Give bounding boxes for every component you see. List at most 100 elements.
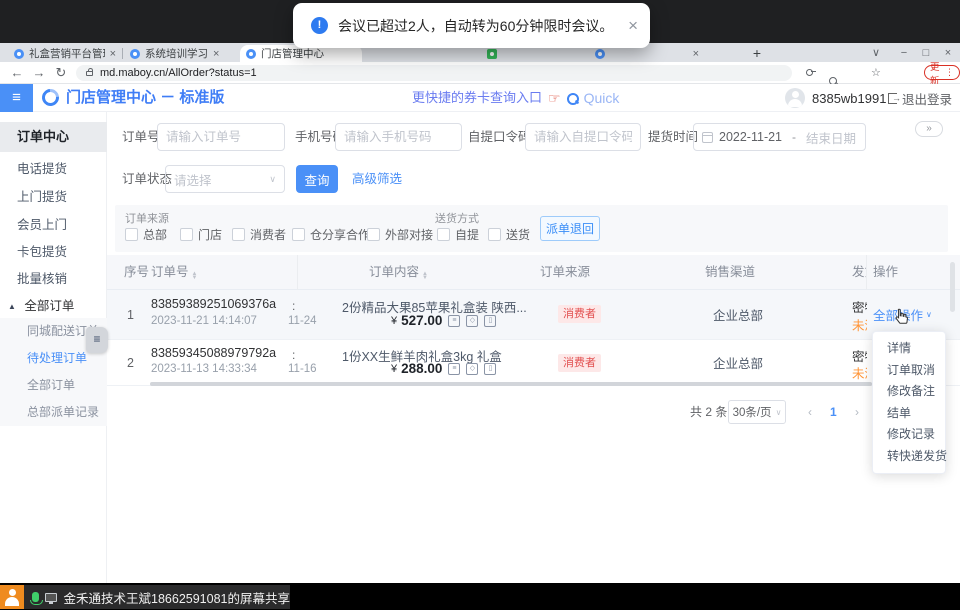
start-date-value: 2022-11-21 <box>719 130 782 144</box>
checkbox-icon[interactable] <box>437 228 450 241</box>
action-label: 全部操作 <box>873 305 923 324</box>
checkbox-store[interactable]: 门店 <box>180 226 222 243</box>
expand-filters-button[interactable]: » <box>915 121 943 137</box>
page-size-select[interactable]: 30条/页 ∨ <box>728 400 786 424</box>
phone-icon[interactable]: ▯ <box>484 315 496 327</box>
quick-label[interactable]: Quick <box>584 84 620 112</box>
checkbox-icon[interactable] <box>488 228 501 241</box>
chrome-update-button[interactable]: 更新 ⋮ <box>924 65 960 80</box>
toast-close-icon[interactable]: × <box>628 17 638 34</box>
col-label: 订单号 <box>151 265 189 279</box>
menu-item-details[interactable]: 详情 <box>873 338 945 360</box>
order-no-input[interactable] <box>157 123 285 151</box>
receipt-icon[interactable]: ≡ <box>448 363 460 375</box>
screen-share-indicator[interactable]: 金禾通技术王斌18662591081的屏幕共享 <box>0 585 290 609</box>
search-button[interactable]: 查询 <box>296 165 338 193</box>
user-info[interactable]: 8385wb1991 <box>785 84 886 112</box>
sort-icon[interactable]: ▲▼ <box>192 272 198 280</box>
horizontal-scrollbar[interactable] <box>150 382 872 386</box>
dispatch-return-button[interactable]: 派单退回 <box>540 216 600 241</box>
quick-entry-text[interactable]: 更快捷的券卡查询入口 <box>412 84 542 112</box>
checkbox-delivery[interactable]: 送货 <box>488 226 530 243</box>
package-icon[interactable]: ◇ <box>466 363 478 375</box>
menu-item-cancel-order[interactable]: 订单取消 <box>873 360 945 382</box>
main-content: 订单号 手机号码 自提口令码 提货时间 2022-11-21 - 结束日期 » … <box>107 112 960 583</box>
app-logo-icon <box>39 86 63 110</box>
new-tab-button[interactable]: + <box>748 45 766 62</box>
receipt-icon[interactable]: ≡ <box>448 315 460 327</box>
source-badge: 消费者 <box>558 305 601 323</box>
sidebar-item-member-visit[interactable]: 会员上门 <box>0 211 107 239</box>
tab-search-icon[interactable]: ∨ <box>866 45 886 62</box>
checkbox-icon[interactable] <box>125 228 138 241</box>
microphone-icon <box>32 592 39 602</box>
menu-item-close-order[interactable]: 结单 <box>873 403 945 425</box>
sidebar-item-batch-verify[interactable]: 批量核销 <box>0 265 107 293</box>
window-minimize-button[interactable]: − <box>894 45 914 62</box>
vertical-scrollbar[interactable] <box>950 262 955 312</box>
logout-button[interactable]: 退出登录 <box>888 84 952 112</box>
checkbox-consumer[interactable]: 消费者 <box>232 226 286 243</box>
advanced-filter-link[interactable]: 高级筛选 <box>352 165 402 193</box>
phone-input[interactable] <box>335 123 462 151</box>
table-row[interactable]: 1 83859389251069376a 2023-11-21 14:14:07… <box>107 290 960 340</box>
package-icon[interactable]: ◇ <box>466 315 478 327</box>
table-row[interactable]: 2 83859345088979792a 2023-11-13 14:33:34… <box>107 340 960 386</box>
checkbox-external[interactable]: 外部对接 <box>367 226 433 243</box>
password-key-icon[interactable] <box>806 67 816 77</box>
forward-icon[interactable]: → <box>30 65 48 81</box>
date-range-picker[interactable]: 2022-11-21 - 结束日期 <box>693 123 866 151</box>
checkbox-icon[interactable] <box>292 228 305 241</box>
group-arrow-icon: ▲ <box>8 302 16 311</box>
sidebar-group-all-orders[interactable]: ▲ 全部订单 <box>0 293 107 320</box>
sidebar-item-all-orders[interactable]: 全部订单 <box>0 372 107 399</box>
sidebar-item-phone-pickup[interactable]: 电话提货 <box>0 155 107 183</box>
col-content[interactable]: 订单内容▲▼ <box>369 255 428 290</box>
sidebar-collapse-handle[interactable]: ≡ <box>86 327 108 353</box>
next-page-button[interactable]: › <box>855 400 859 424</box>
browser-tab-1[interactable]: 礼盒营销平台管理中心 × <box>8 45 122 62</box>
currency-symbol: ¥ <box>391 363 397 375</box>
checkbox-hq[interactable]: 总部 <box>125 226 167 243</box>
back-icon[interactable]: ← <box>8 65 26 81</box>
sales-channel: 企业总部 <box>713 340 763 385</box>
url-field[interactable]: md.maboy.cn/AllOrder?status=1 <box>76 65 792 81</box>
chevron-down-icon: ∨ <box>269 174 276 185</box>
ship-status-clipped: 未派 <box>852 363 867 382</box>
sidebar-item-hq-dispatch-log[interactable]: 总部派单记录 <box>0 399 107 426</box>
checkbox-self-pickup[interactable]: 自提 <box>437 226 479 243</box>
tab-close-icon[interactable]: × <box>110 48 116 60</box>
row-index: 2 <box>127 340 134 385</box>
browser-tab-2[interactable]: 系统培训学习 × <box>124 45 238 62</box>
tab-close-icon[interactable]: × <box>693 48 699 60</box>
page-size-value: 30条/页 <box>733 404 772 420</box>
order-time: 2023-11-13 14:33:34 <box>151 363 257 375</box>
prev-page-button[interactable]: ‹ <box>808 400 812 424</box>
checkbox-icon[interactable] <box>232 228 245 241</box>
checkbox-icon[interactable] <box>180 228 193 241</box>
checkbox-label: 自提 <box>455 226 479 243</box>
pickup-code-input[interactable] <box>525 123 641 151</box>
sidebar-item-card-pickup[interactable]: 卡包提货 <box>0 238 107 266</box>
sort-icon[interactable]: ▲▼ <box>422 272 428 280</box>
current-page[interactable]: 1 <box>830 400 837 424</box>
checkbox-warehouse-share[interactable]: 仓分享合作 <box>292 226 370 243</box>
bookmark-star-icon[interactable]: ☆ <box>871 66 881 79</box>
phone-icon[interactable]: ▯ <box>484 363 496 375</box>
menu-dots-icon[interactable]: ⋮ <box>945 67 954 78</box>
menu-item-edit-remark[interactable]: 修改备注 <box>873 381 945 403</box>
checkbox-label: 送货 <box>506 226 530 243</box>
col-order-no[interactable]: 订单号▲▼ <box>151 255 197 290</box>
meeting-toast: ! 会议已超过2人，自动转为60分钟限时会议。 × <box>293 3 650 48</box>
quick-search-icon[interactable] <box>567 93 578 104</box>
checkbox-icon[interactable] <box>367 228 380 241</box>
menu-item-edit-history[interactable]: 修改记录 <box>873 424 945 446</box>
sidebar-item-door-pickup[interactable]: 上门提货 <box>0 183 107 211</box>
order-status-select[interactable]: 请选择 ∨ <box>165 165 285 193</box>
app-title-text: 门店管理中心 <box>66 89 156 106</box>
tab-close-icon[interactable]: × <box>213 48 219 60</box>
reload-icon[interactable]: ↻ <box>52 65 70 81</box>
quick-entry[interactable]: 更快捷的券卡查询入口 ☞ Quick <box>412 84 619 112</box>
hamburger-menu-button[interactable]: ≡ <box>0 84 33 112</box>
menu-item-express-ship[interactable]: 转快递发货 <box>873 446 945 468</box>
